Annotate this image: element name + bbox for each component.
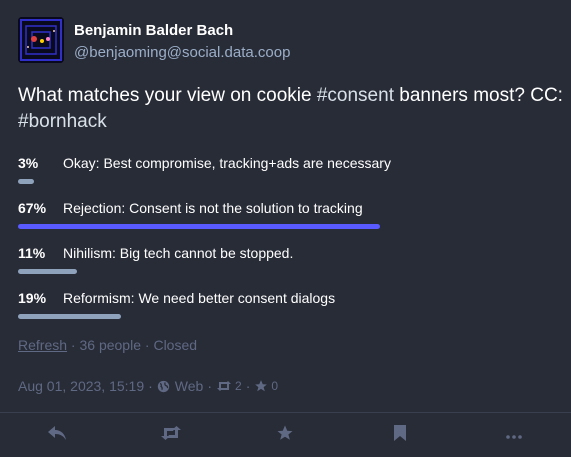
boost-count: 2 — [235, 379, 242, 393]
poll-option: 3% Okay: Best compromise, tracking+ads a… — [18, 155, 558, 185]
poll-option-bar — [18, 269, 77, 274]
more-button[interactable] — [494, 415, 534, 455]
poll-option-percent: 19% — [18, 290, 47, 306]
globe-icon — [157, 380, 170, 393]
boost-button[interactable] — [151, 415, 191, 455]
display-name[interactable]: Benjamin Balder Bach — [74, 22, 233, 39]
poll-refresh-button[interactable]: Refresh — [18, 337, 67, 353]
favourite-count-icon — [254, 379, 268, 393]
favourite-icon — [276, 424, 294, 447]
status-timestamp[interactable]: Aug 01, 2023, 15:19 — [18, 378, 144, 394]
poll-option-percent: 67% — [18, 200, 47, 216]
poll-option-text: Rejection: Consent is not the solution t… — [63, 200, 363, 216]
poll-voter-count: 36 people — [79, 337, 141, 353]
poll-option-bar — [18, 224, 380, 229]
separator: · — [70, 337, 76, 353]
poll-option-percent: 3% — [18, 155, 39, 171]
bookmark-button[interactable] — [380, 415, 420, 455]
poll-footer: Refresh · 36 people · Closed — [18, 337, 197, 353]
status-application[interactable]: Web — [175, 378, 204, 394]
status-text: banners most? CC: — [393, 85, 563, 106]
boost-count-icon — [216, 380, 232, 392]
separator: · — [144, 337, 150, 353]
poll-option-percent: 11% — [18, 245, 46, 261]
bookmark-icon — [393, 424, 407, 447]
boost-icon — [160, 425, 182, 446]
avatar-image — [18, 17, 64, 63]
poll-option-text: Reformism: We need better consent dialog… — [63, 290, 336, 306]
poll-option: 19% Reformism: We need better consent di… — [18, 290, 558, 320]
favourite-count: 0 — [271, 379, 279, 393]
poll-option-text: Nihilism: Big tech cannot be stopped. — [63, 245, 294, 261]
status: Benjamin Balder Bach @benjaoming@social.… — [0, 0, 571, 412]
more-icon — [506, 426, 522, 444]
poll-option-text: Okay: Best compromise, tracking+ads are … — [63, 155, 391, 171]
hashtag-link[interactable]: #bornhack — [18, 111, 107, 132]
favourite-button[interactable] — [265, 415, 305, 455]
action-bar — [0, 413, 571, 457]
reply-button[interactable] — [37, 415, 77, 455]
separator: · — [148, 378, 153, 394]
status-content: What matches your view on cookie #consen… — [18, 83, 563, 135]
separator: · — [245, 378, 251, 394]
poll-option-bar — [18, 179, 34, 184]
separator: · — [207, 378, 212, 394]
poll-option-bar — [18, 314, 121, 319]
hashtag-link[interactable]: #consent — [317, 85, 394, 106]
reply-icon — [47, 425, 67, 446]
avatar[interactable] — [18, 17, 64, 63]
poll-state: Closed — [153, 337, 198, 353]
status-text: What matches your view on cookie — [18, 85, 317, 106]
account-handle[interactable]: @benjaoming@social.data.coop — [74, 44, 290, 61]
poll-option: 11% Nihilism: Big tech cannot be stopped… — [18, 245, 558, 275]
poll-option: 67% Rejection: Consent is not the soluti… — [18, 200, 558, 230]
status-meta: Aug 01, 2023, 15:19 · Web · 2 · 0 — [18, 378, 278, 394]
